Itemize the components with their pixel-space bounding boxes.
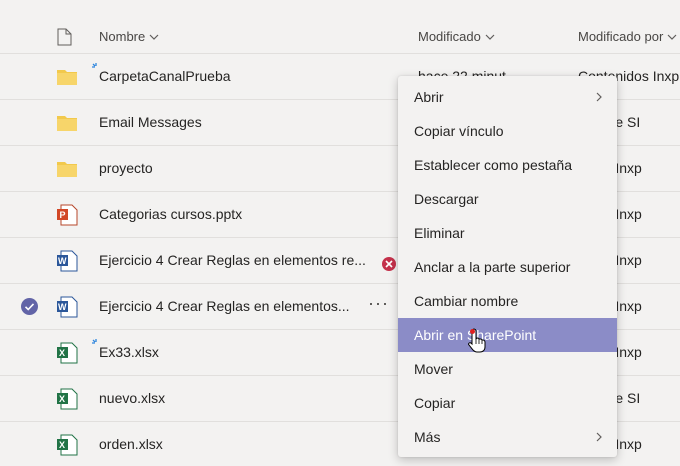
file-list-header: Nombre Modificado Modificado por — [0, 0, 680, 54]
column-header-name-label: Nombre — [99, 29, 146, 44]
svg-text:P: P — [60, 210, 66, 220]
folder-icon — [57, 70, 77, 85]
pointer-indicator — [470, 329, 475, 334]
context-menu: Abrir Copiar vínculo Establecer como pes… — [398, 76, 617, 457]
svg-text:X: X — [59, 394, 65, 404]
file-name[interactable]: orden.xlsx — [99, 436, 163, 452]
chevron-down-icon — [667, 34, 677, 40]
folder-icon — [57, 162, 77, 177]
excel-file-icon: X — [57, 388, 78, 410]
menu-item-copiar[interactable]: Copiar — [398, 386, 617, 420]
file-name[interactable]: CarpetaCanalPrueba — [99, 68, 231, 84]
menu-item-label: Descargar — [414, 191, 479, 207]
folder-icon — [57, 116, 77, 131]
file-name[interactable]: Ejercicio 4 Crear Reglas en elementos... — [99, 298, 350, 314]
word-file-icon: W — [57, 296, 78, 318]
excel-file-icon: X — [57, 434, 78, 456]
menu-item-label: Cambiar nombre — [414, 293, 519, 309]
menu-item-abrir[interactable]: Abrir — [398, 80, 617, 114]
more-options-icon[interactable]: ··· — [368, 293, 389, 314]
menu-item-mas[interactable]: Más — [398, 420, 617, 454]
menu-item-label: Abrir — [414, 89, 444, 105]
file-name[interactable]: Ex33.xlsx — [99, 344, 159, 360]
menu-item-label: Copiar vínculo — [414, 123, 504, 139]
file-name[interactable]: Ejercicio 4 Crear Reglas en elementos re… — [99, 252, 366, 268]
checkmark-icon[interactable] — [21, 298, 38, 315]
menu-item-label: Copiar — [414, 395, 456, 411]
chevron-down-icon — [485, 34, 495, 40]
chevron-down-icon — [149, 34, 159, 40]
menu-item-mover[interactable]: Mover — [398, 352, 617, 386]
menu-item-label: Establecer como pestaña — [414, 157, 572, 173]
menu-item-copiar-vinculo[interactable]: Copiar vínculo — [398, 114, 617, 148]
chevron-right-icon — [596, 92, 602, 102]
column-header-modified-label: Modificado — [418, 29, 481, 44]
menu-item-eliminar[interactable]: Eliminar — [398, 216, 617, 250]
file-name[interactable]: Categorias cursos.pptx — [99, 206, 242, 222]
column-header-modified-by-label: Modificado por — [578, 29, 664, 44]
powerpoint-file-icon: P — [57, 204, 78, 226]
svg-text:W: W — [58, 256, 67, 266]
svg-text:X: X — [59, 440, 65, 450]
menu-item-label: Más — [414, 429, 441, 445]
chevron-right-icon — [596, 432, 602, 442]
file-name[interactable]: Email Messages — [99, 114, 202, 130]
menu-item-label: Anclar a la parte superior — [414, 259, 571, 275]
file-type-icon — [57, 28, 72, 51]
svg-text:W: W — [58, 302, 67, 312]
menu-item-label: Eliminar — [414, 225, 465, 241]
menu-item-label: Mover — [414, 361, 453, 377]
error-badge-icon — [382, 257, 396, 271]
svg-text:X: X — [59, 348, 65, 358]
file-name[interactable]: proyecto — [99, 160, 153, 176]
column-header-name[interactable]: Nombre — [99, 29, 159, 44]
menu-item-establecer-pestana[interactable]: Establecer como pestaña — [398, 148, 617, 182]
word-file-icon: W — [57, 250, 78, 272]
file-name[interactable]: nuevo.xlsx — [99, 390, 165, 406]
column-header-modified[interactable]: Modificado — [418, 29, 495, 44]
menu-item-cambiar-nombre[interactable]: Cambiar nombre — [398, 284, 617, 318]
menu-item-anclar[interactable]: Anclar a la parte superior — [398, 250, 617, 284]
menu-item-descargar[interactable]: Descargar — [398, 182, 617, 216]
excel-file-icon: X — [57, 342, 78, 364]
menu-item-abrir-sharepoint[interactable]: Abrir en SharePoint — [398, 318, 617, 352]
column-header-modified-by[interactable]: Modificado por — [578, 29, 677, 44]
